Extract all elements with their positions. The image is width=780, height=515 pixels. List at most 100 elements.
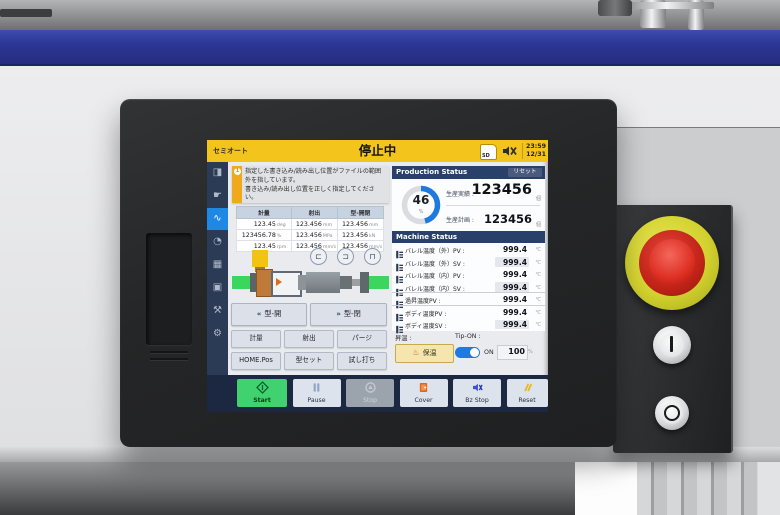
status-unit: ℃ <box>535 297 541 303</box>
machine-leg <box>758 462 780 515</box>
status-label: バレル温度（外）PV : <box>405 246 465 255</box>
clock: 23:5912/31 <box>526 143 546 159</box>
nav-button-label: Reset <box>507 398 548 404</box>
status-unit: ℃ <box>535 247 541 253</box>
divider <box>392 292 545 293</box>
power-on-icon <box>670 336 673 352</box>
machine-gap <box>575 462 637 515</box>
machine-scene: セミオート 停止中 SD 23:5912/31 ◨☛∿◔▦▣⚒⚙ ⧉ 1 指定し… <box>0 0 780 515</box>
bezel-groove <box>150 351 188 353</box>
reset-icon <box>521 379 534 398</box>
metrics-column-header: 計量 <box>237 207 292 219</box>
power-off-icon <box>664 405 680 421</box>
sidebar-item-monitor[interactable]: ◔ <box>207 231 228 253</box>
home-pos-button[interactable]: HOME.Pos <box>231 352 281 370</box>
purge-button[interactable]: パージ <box>337 330 387 348</box>
status-unit: ℃ <box>535 322 541 328</box>
metrics-cell: 123.456MPa <box>291 230 337 241</box>
mold-close-button[interactable]: »型-閉 <box>310 303 387 326</box>
machine-status-row: ボディ温度PV :999.4℃ <box>392 306 545 319</box>
mold-open-button[interactable]: «型-開 <box>231 303 307 326</box>
metrics-cell: 123.456mm <box>291 219 337 230</box>
injection-cylinder <box>306 272 340 293</box>
housing-vent-slot <box>0 9 52 17</box>
coupler <box>298 275 306 290</box>
status-unit: ℃ <box>535 285 541 291</box>
mold-open-circle-icon[interactable]: ⊏ <box>310 248 327 265</box>
aluminium-extrusion <box>637 462 758 515</box>
status-value: 999.4 <box>503 258 527 267</box>
start-icon <box>256 379 269 398</box>
alert-banner: 1 指定した書き込み/読み出し位置がファイルの範囲外を指しています。書き込み/読… <box>232 166 389 203</box>
machine-status-row: ボディ温度SV :999.4℃ <box>392 318 545 331</box>
machine-status-row: バレル温度（外）PV :999.4℃ <box>392 243 545 256</box>
under-shelf-shadow <box>0 462 575 515</box>
machine-blue-stripe <box>0 30 780 66</box>
production-reset-button[interactable]: リセット <box>508 168 542 177</box>
bezel-card-slot <box>146 233 192 345</box>
injection-button[interactable]: 射出 <box>284 330 334 348</box>
sidebar-item-injection[interactable]: ∿ <box>207 208 228 230</box>
tip-value-unit: % <box>528 349 533 355</box>
metrics-cell: 123.456kN <box>337 230 383 241</box>
pause-button[interactable]: Pause <box>293 379 341 407</box>
bezel-groove <box>150 358 188 360</box>
reset-button[interactable]: Reset <box>507 379 548 407</box>
bz-stop-button[interactable]: Bz Stop <box>453 379 501 407</box>
alert-badge: 1 <box>234 168 241 175</box>
status-value: 999.4 <box>503 283 527 292</box>
metrics-cell: 123.45deg <box>237 219 292 230</box>
tip-on-toggle[interactable] <box>455 347 480 358</box>
sidebar-item-records[interactable]: ▦ <box>207 254 228 276</box>
mute-icon[interactable] <box>502 144 518 158</box>
start-button[interactable]: Start <box>237 379 287 407</box>
status-unit: ℃ <box>535 260 541 266</box>
machine-fittings <box>598 0 748 30</box>
status-label: ボディ温度SV : <box>405 321 446 330</box>
status-unit: ℃ <box>535 272 541 278</box>
status-unit: ℃ <box>535 310 541 316</box>
platen-left <box>232 276 250 289</box>
sidebar-item-maintenance[interactable]: ⚒ <box>207 300 228 322</box>
machine-status-row: バレル温度（内）PV : 999.4 ℃ <box>392 268 545 281</box>
toggle-state-label: ON <box>484 349 494 356</box>
sidebar-item-settings[interactable]: ⚙ <box>207 323 228 345</box>
sidebar-item-files[interactable]: ▣ <box>207 277 228 299</box>
stop-button[interactable]: Stop <box>346 379 394 407</box>
metering-button[interactable]: 計量 <box>231 330 281 348</box>
sd-card-icon: SD <box>480 144 497 160</box>
cover-button[interactable]: Cover <box>400 379 448 407</box>
status-value: 999.4 <box>503 270 527 279</box>
metrics-cell: 123.456mm <box>337 219 383 230</box>
metrics-column-header: 射出 <box>291 207 337 219</box>
cover-icon <box>417 379 430 398</box>
platen-right <box>369 276 389 289</box>
nav-button-label: Cover <box>400 398 448 404</box>
bz-icon <box>471 379 484 398</box>
emergency-stop-button[interactable] <box>649 239 695 285</box>
sidebar-item-mold[interactable]: ◨ <box>207 162 228 184</box>
status-label: バレル温度（内）PV : <box>405 271 465 280</box>
sidebar-item-clamp[interactable]: ☛ <box>207 185 228 207</box>
machine-status-row: バレル温度（外）SV :999.4℃ <box>392 256 545 269</box>
production-actual-row: 生産実績 : 123456 個 <box>446 180 542 205</box>
hmi-screen: セミオート 停止中 SD 23:5912/31 ◨☛∿◔▦▣⚒⚙ ⧉ 1 指定し… <box>207 140 548 412</box>
mold-close-circle-icon[interactable]: ⊐ <box>337 248 354 265</box>
heating-label: 昇温 : <box>395 333 412 342</box>
nav-button-label: Bz Stop <box>453 398 501 404</box>
pause-icon <box>310 379 323 398</box>
piston <box>340 276 352 289</box>
mold-close-icon: » <box>336 309 341 318</box>
screen-topbar: セミオート 停止中 SD 23:5912/31 <box>207 140 548 162</box>
flange-right <box>360 272 369 293</box>
mold-set-button[interactable]: 型セット <box>284 352 334 370</box>
machine-status-header: Machine Status <box>392 231 545 243</box>
status-value: 999.4 <box>503 295 527 304</box>
metrics-cell: 123456.78% <box>237 230 292 241</box>
keep-warm-button[interactable]: ♨保温 <box>395 344 454 363</box>
nav-button-label: Stop <box>346 398 394 404</box>
bottom-nav-bar: StartPause Stop Cover Bz Stop Reset <box>207 375 548 412</box>
trial-shot-button[interactable]: 試し打ち <box>337 352 387 370</box>
clamp-circle-icon[interactable]: ⊓ <box>364 248 381 265</box>
tip-value-field[interactable]: 100 <box>497 345 528 360</box>
